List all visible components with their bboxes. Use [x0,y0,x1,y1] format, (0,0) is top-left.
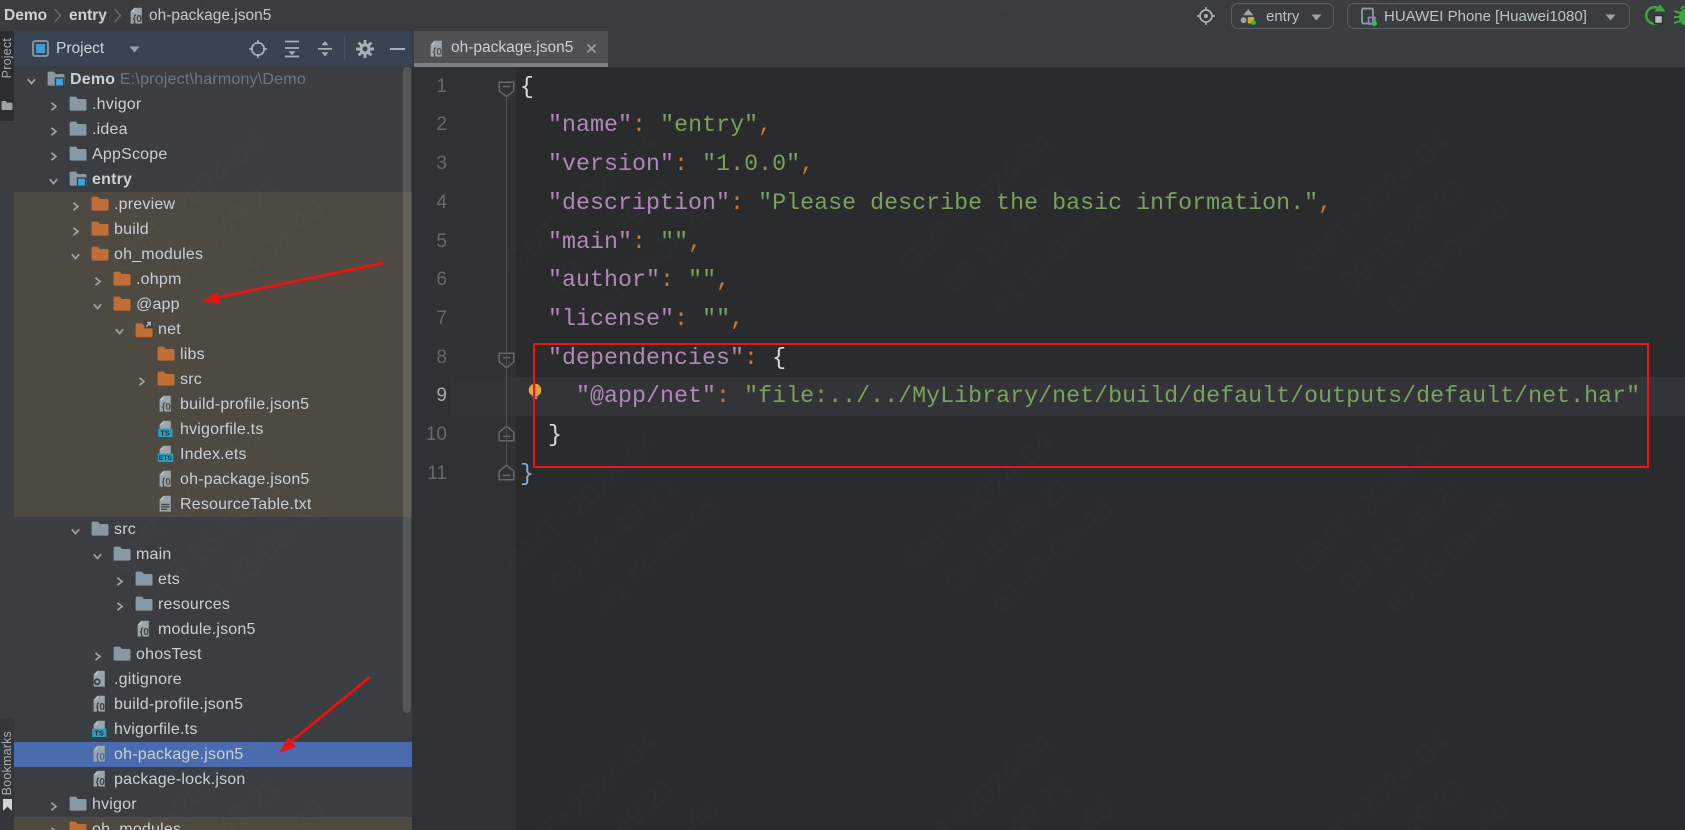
svg-text:TS: TS [94,728,104,737]
svg-text:{0}: {0} [140,627,153,638]
svg-text:TS: TS [160,428,170,437]
svg-text:{0}: {0} [133,14,146,25]
svg-text:{0}: {0} [162,477,175,488]
svg-text:{0}: {0} [96,702,109,713]
svg-text:{0}: {0} [96,777,109,788]
svg-text:ETS: ETS [159,455,173,462]
svg-text:{0}: {0} [433,47,446,58]
svg-text:{0}: {0} [162,402,175,413]
svg-text:{0}: {0} [96,752,109,763]
